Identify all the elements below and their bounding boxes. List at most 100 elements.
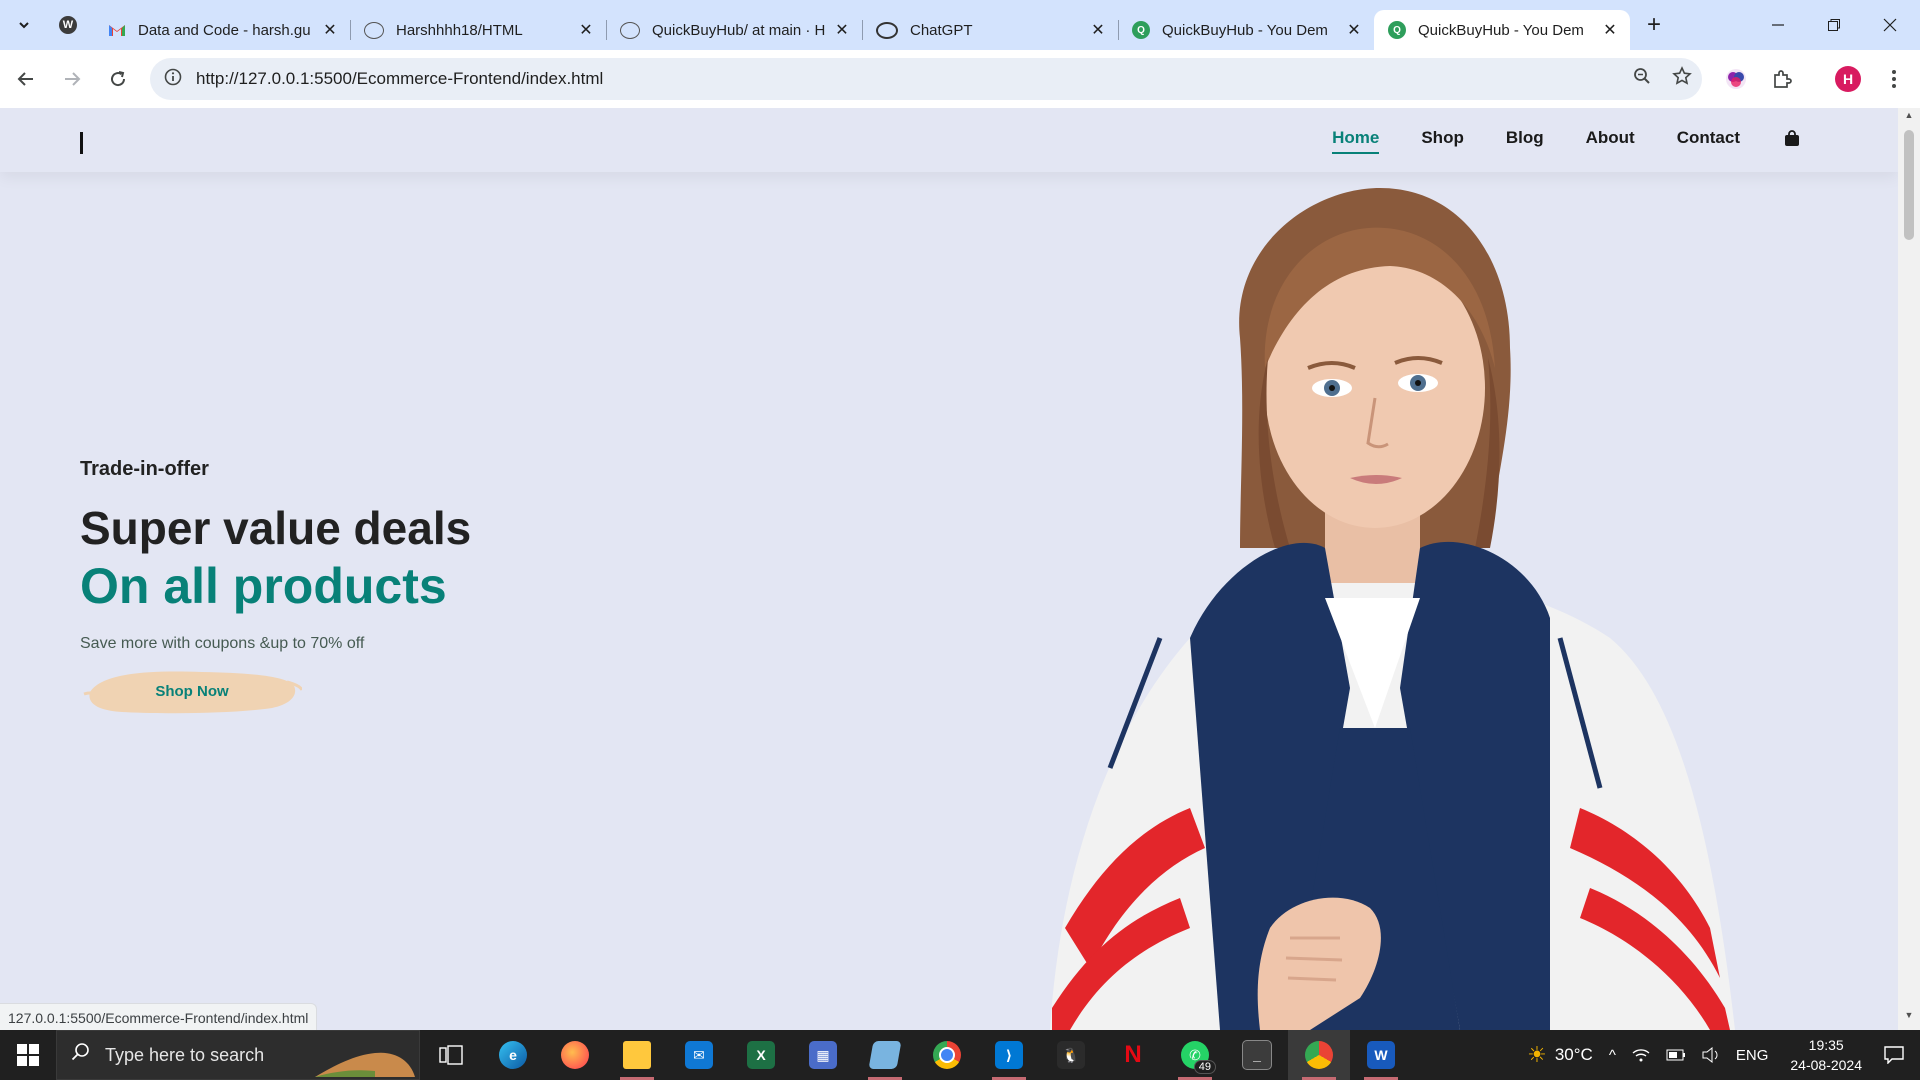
- start-button[interactable]: [0, 1030, 56, 1080]
- close-icon[interactable]: ✕: [1344, 20, 1364, 40]
- calculator-app[interactable]: ▦: [792, 1030, 854, 1080]
- shop-now-button[interactable]: Shop Now: [83, 668, 302, 714]
- penguin-icon: 🐧: [1057, 1041, 1085, 1069]
- search-highlight-image: [315, 1052, 415, 1077]
- excel-icon: X: [747, 1041, 775, 1069]
- hero-headline: Super value deals: [80, 502, 472, 554]
- tab-gmail[interactable]: Data and Code - harsh.gu ✕: [94, 10, 351, 50]
- close-icon[interactable]: ✕: [832, 20, 852, 40]
- tab-quickbuyhub-active[interactable]: Q QuickBuyHub - You Dem ✕: [1374, 10, 1630, 50]
- hero-subheadline: On all products: [80, 558, 447, 614]
- extensions-puzzle-icon[interactable]: [1762, 59, 1802, 99]
- scroll-down-arrow-icon[interactable]: ▼: [1898, 1010, 1920, 1028]
- minimize-button[interactable]: [1750, 0, 1806, 50]
- shop-now-label: Shop Now: [155, 682, 229, 700]
- clock[interactable]: 19:35 24-08-2024: [1790, 1035, 1862, 1075]
- github-icon: [620, 21, 640, 39]
- scrollbar-thumb[interactable]: [1904, 130, 1914, 240]
- tab-search-button[interactable]: [6, 7, 42, 43]
- minimize-icon: [1772, 24, 1784, 26]
- notification-center-icon[interactable]: [1884, 1046, 1904, 1064]
- tab-title: QuickBuyHub/ at main · H: [652, 21, 826, 39]
- scroll-up-arrow-icon[interactable]: ▲: [1898, 110, 1920, 128]
- netflix-icon: N: [1124, 1041, 1142, 1068]
- close-icon[interactable]: ✕: [320, 20, 340, 40]
- notepad-app[interactable]: [854, 1030, 916, 1080]
- extension-brain-icon[interactable]: [1716, 59, 1756, 99]
- zoom-icon[interactable]: [1622, 67, 1662, 91]
- close-icon[interactable]: ✕: [1600, 20, 1620, 40]
- word-app[interactable]: W: [1350, 1030, 1412, 1080]
- main-nav: Home Shop Blog About Contact: [1290, 128, 1802, 154]
- nav-contact[interactable]: Contact: [1677, 128, 1740, 148]
- page-scrollbar[interactable]: ▲ ▼: [1898, 108, 1920, 1030]
- close-icon: [1883, 18, 1897, 32]
- github-icon: [364, 21, 384, 39]
- bookmark-star-icon[interactable]: [1662, 66, 1702, 92]
- calculator-icon: ▦: [809, 1041, 837, 1069]
- notification-badge: 49: [1193, 1060, 1216, 1074]
- close-icon[interactable]: ✕: [1088, 20, 1108, 40]
- quickbuyhub-icon: Q: [1132, 21, 1150, 39]
- tab-title: QuickBuyHub - You Dem: [1418, 21, 1584, 39]
- url-text[interactable]: http://127.0.0.1:5500/Ecommerce-Frontend…: [196, 69, 1622, 89]
- wifi-icon[interactable]: [1632, 1048, 1650, 1062]
- restore-button[interactable]: [1806, 0, 1862, 50]
- netflix-app[interactable]: N: [1102, 1030, 1164, 1080]
- new-tab-button[interactable]: +: [1636, 7, 1672, 43]
- whatsapp-app[interactable]: ✆ 49: [1164, 1030, 1226, 1080]
- profile-avatar[interactable]: H: [1828, 59, 1868, 99]
- date: 24-08-2024: [1790, 1057, 1862, 1073]
- reload-button[interactable]: [98, 59, 138, 99]
- vscode-icon: ⟩: [995, 1041, 1023, 1069]
- back-button[interactable]: [6, 59, 46, 99]
- tab-github-quickbuyhub[interactable]: QuickBuyHub/ at main · H ✕: [606, 10, 863, 50]
- volume-icon[interactable]: [1702, 1047, 1720, 1063]
- file-explorer-app[interactable]: [606, 1030, 668, 1080]
- weather-widget[interactable]: ☀ 30°C: [1527, 1042, 1593, 1068]
- nav-shop[interactable]: Shop: [1421, 128, 1464, 148]
- nav-home[interactable]: Home: [1332, 128, 1380, 154]
- word-icon: W: [1367, 1041, 1395, 1069]
- linux-penguin-app[interactable]: 🐧: [1040, 1030, 1102, 1080]
- tab-github-html[interactable]: Harshhhh18/HTML ✕: [350, 10, 607, 50]
- pinned-tab[interactable]: W: [42, 7, 94, 43]
- nav-blog[interactable]: Blog: [1506, 128, 1544, 148]
- firefox-app[interactable]: [544, 1030, 606, 1080]
- hero-description: Save more with coupons &up to 70% off: [80, 635, 365, 652]
- chrome-profile-app[interactable]: [1288, 1030, 1350, 1080]
- mail-app[interactable]: ✉: [668, 1030, 730, 1080]
- shopping-bag-icon[interactable]: [1782, 128, 1802, 148]
- temperature: 30°C: [1554, 1045, 1593, 1064]
- excel-app[interactable]: X: [730, 1030, 792, 1080]
- vscode-app[interactable]: ⟩: [978, 1030, 1040, 1080]
- site-header: Home Shop Blog About Contact: [0, 108, 1898, 172]
- tab-chatgpt[interactable]: ChatGPT ✕: [862, 10, 1119, 50]
- search-icon: [57, 1042, 105, 1068]
- edge-app[interactable]: e: [482, 1030, 544, 1080]
- task-view-button[interactable]: [420, 1030, 482, 1080]
- close-window-button[interactable]: [1862, 0, 1918, 50]
- chevron-up-icon[interactable]: ^: [1609, 1047, 1616, 1064]
- taskbar-search[interactable]: Type here to search: [56, 1030, 420, 1080]
- forward-button[interactable]: [52, 59, 92, 99]
- windows-taskbar: Type here to search e ✉ X ▦ ⟩ 🐧 N ✆ 49 _…: [0, 1030, 1920, 1080]
- site-info-icon[interactable]: [154, 68, 192, 91]
- terminal-app[interactable]: _: [1226, 1030, 1288, 1080]
- battery-icon[interactable]: [1666, 1049, 1686, 1061]
- mail-icon: ✉: [685, 1041, 713, 1069]
- quickbuyhub-icon: Q: [1388, 21, 1406, 39]
- address-bar[interactable]: http://127.0.0.1:5500/Ecommerce-Frontend…: [150, 58, 1702, 100]
- windows-logo-icon: [17, 1044, 39, 1066]
- plus-icon: +: [1646, 11, 1661, 38]
- language-indicator[interactable]: ENG: [1736, 1047, 1769, 1064]
- chrome-app[interactable]: [916, 1030, 978, 1080]
- close-icon[interactable]: ✕: [576, 20, 596, 40]
- weather-icon: ☀: [1527, 1042, 1547, 1067]
- logo-placeholder[interactable]: [80, 132, 83, 154]
- tab-quickbuyhub-1[interactable]: Q QuickBuyHub - You Dem ✕: [1118, 10, 1374, 50]
- status-bar-url: 127.0.0.1:5500/Ecommerce-Frontend/index.…: [0, 1003, 318, 1031]
- nav-about[interactable]: About: [1586, 128, 1635, 148]
- menu-kebab-icon[interactable]: [1874, 59, 1914, 99]
- hero-model-image: [1050, 188, 1735, 1030]
